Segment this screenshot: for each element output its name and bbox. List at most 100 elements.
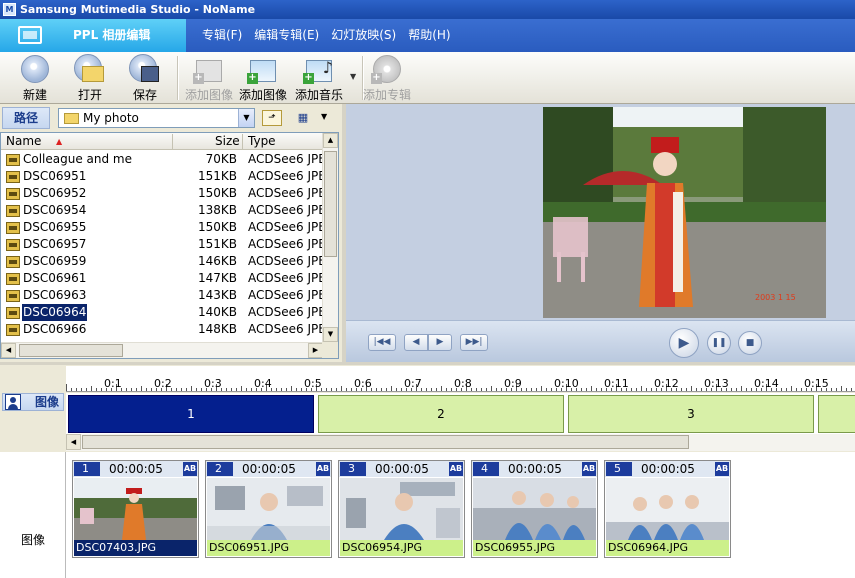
open-button[interactable]: 打开 [67,54,113,102]
file-row[interactable]: DSC06957 151KB ACDSee6 JPE [1,236,324,253]
storyboard-card[interactable]: 2 00:00:05 AB DSC06951.JPG [205,460,332,558]
toolbar: 新建 打开 保存 + 添加图像 + 添加图像 ♪ + 添加音乐 ▼ + 添加专辑 [0,52,855,104]
scroll-thumb[interactable] [82,435,689,449]
file-row[interactable]: DSC06951 151KB ACDSee6 JPE [1,168,324,185]
ruler-tick [701,388,702,391]
add-image-button-disabled[interactable]: + 添加图像 [183,54,235,102]
file-type: ACDSee6 JPE [248,203,324,217]
transition-ab-icon[interactable]: AB [582,462,596,476]
ruler-tick [236,388,237,391]
add-image-button[interactable]: + 添加图像 [237,54,289,102]
image-track-label: 图像 [2,393,64,411]
menu-edit-album[interactable]: 编辑专辑(E) [248,19,325,52]
file-row[interactable]: Colleague and me 70KB ACDSee6 JPE [1,151,324,168]
timeline-clip[interactable]: 3 [568,395,814,433]
ruler-tick [201,388,202,391]
ruler-tick [176,388,177,391]
file-type: ACDSee6 JPE [248,322,324,336]
timeline-clip[interactable]: 4 [818,395,855,433]
vertical-scrollbar[interactable]: ▲ ▼ [322,133,338,342]
storyboard-left: 图像 [0,452,66,578]
timeline-scrollbar[interactable]: ◀ [66,434,855,451]
save-button[interactable]: 保存 [122,54,168,102]
ruler-tick [841,386,842,391]
ruler-tick [446,388,447,391]
file-name: DSC06966 [23,322,87,336]
transition-ab-icon[interactable]: AB [183,462,197,476]
next-icon[interactable]: ▶ [428,334,452,351]
timeline-clip[interactable]: 2 [318,395,564,433]
ruler-tick [351,388,352,391]
scroll-up-icon[interactable]: ▲ [323,133,338,148]
column-size[interactable]: Size [215,133,240,150]
timeline-ruler[interactable]: 0:1 0:2 0:3 0:4 0:5 0:6 0:7 0:8 0:9 0:10 0:11 0:12 0… [66,366,855,392]
chevron-down-icon[interactable]: ▼ [238,109,254,127]
transition-ab-icon[interactable]: AB [449,462,463,476]
path-select[interactable]: My photo ▼ [58,108,255,128]
card-thumbnail [74,478,197,540]
storyboard-card[interactable]: 4 00:00:05 AB DSC06955.JPG [471,460,598,558]
stop-icon[interactable]: ■ [738,331,762,355]
transition-ab-icon[interactable]: AB [316,462,330,476]
file-row[interactable]: DSC06966 148KB ACDSee6 JPE [1,321,324,338]
card-header: 4 00:00:05 AB [472,461,597,477]
file-row[interactable]: DSC06963 143KB ACDSee6 JPE [1,287,324,304]
horizontal-scrollbar[interactable]: ◀ ▶ [1,342,323,358]
new-button[interactable]: 新建 [12,54,58,102]
up-folder-icon[interactable]: ⬏ [262,110,282,126]
ruler-tick [151,388,152,391]
ruler-label: 0:1 [104,377,122,390]
menu-album[interactable]: 专辑(F) [196,19,248,52]
add-music-button[interactable]: ♪ + 添加音乐 [292,54,346,102]
file-row[interactable]: DSC06955 150KB ACDSee6 JPE [1,219,324,236]
storyboard-card[interactable]: 3 00:00:05 AB DSC06954.JPG [338,460,465,558]
storyboard-card[interactable]: 5 00:00:05 AB DSC06964.JPG [604,460,731,558]
ruler-tick [76,388,77,391]
menu-slideshow[interactable]: 幻灯放映(S) [325,19,402,52]
scroll-left-icon[interactable]: ◀ [66,434,81,450]
window-title: Samsung Mutimedia Studio - NoName [20,3,256,16]
scroll-left-icon[interactable]: ◀ [1,343,16,358]
add-image-icon: + [247,54,279,84]
ruler-tick [681,388,682,391]
view-dropdown-icon[interactable]: ▼ [321,112,327,121]
ruler-tick [551,388,552,391]
file-type: ACDSee6 JPE [248,237,324,251]
ruler-tick [326,388,327,391]
scroll-right-icon[interactable]: ▶ [308,343,323,358]
jpeg-file-icon [6,273,20,285]
transition-ab-icon[interactable]: AB [715,462,729,476]
storyboard: 1 00:00:05 AB DSC07403.JPG 2 00:00:05 AB DSC069… [66,452,855,578]
last-icon[interactable]: ▶▶| [460,334,488,351]
file-row[interactable]: DSC06954 138KB ACDSee6 JPE [1,202,324,219]
add-music-dropdown-icon[interactable]: ▼ [350,72,356,81]
scroll-thumb[interactable] [324,151,337,257]
file-row[interactable]: DSC06964 140KB ACDSee6 JPE [1,304,324,321]
add-album-button[interactable]: + 添加专辑 [360,54,414,102]
file-size: 148KB [197,322,237,336]
menu-help[interactable]: 帮助(H) [402,19,456,52]
first-icon[interactable]: |◀◀ [368,334,396,351]
file-row[interactable]: DSC06952 150KB ACDSee6 JPE [1,185,324,202]
ruler-tick [696,388,697,391]
ruler-tick [81,388,82,391]
storyboard-card[interactable]: 1 00:00:05 AB DSC07403.JPG [72,460,199,558]
ruler-tick [66,384,67,391]
timeline-clip[interactable]: 1 [68,395,314,433]
column-type[interactable]: Type [248,133,276,150]
scroll-down-icon[interactable]: ▼ [323,327,338,342]
prev-icon[interactable]: ◀ [404,334,428,351]
scroll-thumb[interactable] [19,344,123,357]
card-header: 3 00:00:05 AB [339,461,464,477]
ruler-tick [546,388,547,391]
file-row[interactable]: DSC06959 146KB ACDSee6 JPE [1,253,324,270]
preview-area: 2003 1 15 [346,104,855,320]
file-row[interactable]: DSC06961 147KB ACDSee6 JPE [1,270,324,287]
play-icon[interactable]: ▶ [669,328,699,358]
ppl-album-tab[interactable]: PPL 相册编辑 [0,19,186,52]
column-name[interactable]: Name [6,133,41,150]
card-duration: 00:00:05 [641,462,695,476]
view-list-icon[interactable]: ▦ [292,110,314,126]
ruler-tick [596,388,597,391]
pause-icon[interactable]: ❚❚ [707,331,731,355]
